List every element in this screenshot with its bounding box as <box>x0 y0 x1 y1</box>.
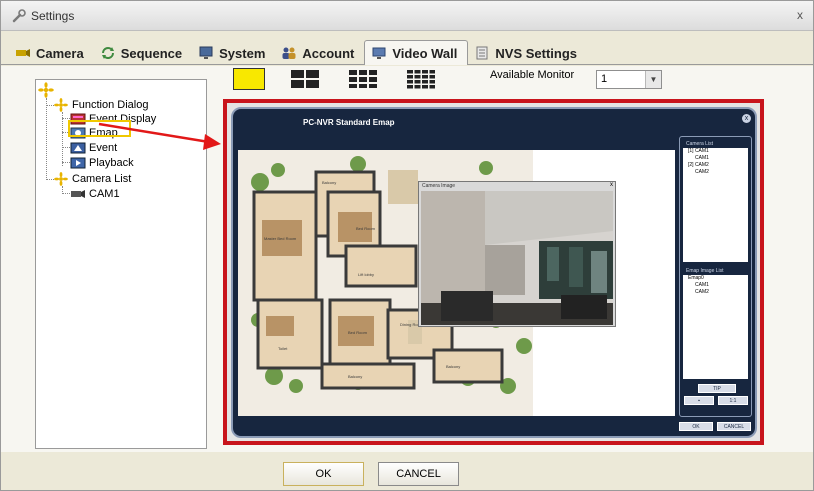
tab-label: Video Wall <box>392 45 458 61</box>
camera-list-box[interactable]: Camera List [1] CAM1 CAM1 [2] CAM2 CAM2 <box>683 140 748 262</box>
camera-image-popup[interactable]: Camera Image x <box>418 181 616 327</box>
tab-bar: Camera Sequence System Account Video Wal… <box>1 40 813 65</box>
svg-text:Toilet: Toilet <box>278 346 288 351</box>
ratio-button[interactable]: 1:1 <box>718 396 748 405</box>
tab-label: NVS Settings <box>495 45 578 61</box>
chevron-down-icon[interactable]: ▼ <box>645 71 661 88</box>
close-icon[interactable]: x <box>610 182 613 188</box>
tab-label: System <box>219 45 266 61</box>
tab-label: Camera <box>36 45 84 61</box>
tab-camera[interactable]: Camera <box>9 42 94 64</box>
svg-text:Bed Room: Bed Room <box>348 330 368 335</box>
list-item[interactable]: CAM1 <box>683 155 748 162</box>
ok-button[interactable]: OK <box>283 462 364 486</box>
layout-1x1-button[interactable] <box>233 68 265 90</box>
tree-item-label: Function Dialog <box>72 98 149 111</box>
monitor-select-value: 1 <box>601 73 608 85</box>
document-icon <box>474 46 490 60</box>
tree-item-function-dialog[interactable]: Function Dialog <box>52 97 149 112</box>
sequence-icon <box>100 46 116 60</box>
svg-text:Balcony: Balcony <box>446 364 460 369</box>
list-item[interactable]: [1] CAM1 <box>683 148 748 155</box>
camera-list-header: Camera List <box>683 140 748 148</box>
svg-text:Lift lobby: Lift lobby <box>358 272 374 277</box>
list-item[interactable]: CAM1 <box>683 282 748 289</box>
emap-canvas[interactable]: Balcony Master Bed Room Bed Room Bed Room … <box>238 150 675 416</box>
wrench-icon <box>11 8 27 24</box>
monitor-icon <box>198 46 214 60</box>
video-wall-icon <box>371 46 387 60</box>
tab-sequence[interactable]: Sequence <box>94 42 192 64</box>
tree-item-cam1[interactable]: CAM1 <box>69 187 120 200</box>
camera-popup-title: Camera Image <box>422 183 456 189</box>
folder-icon <box>52 97 69 112</box>
fit-button[interactable]: ▪ <box>684 396 714 405</box>
users-icon <box>281 46 297 60</box>
tree-item-label: CAM1 <box>89 187 120 200</box>
folder-icon <box>52 171 69 186</box>
emap-list-header: Emap Image List <box>683 267 748 275</box>
list-item[interactable]: CAM2 <box>683 289 748 296</box>
settings-window: Settings x Camera Sequence System Accoun… <box>0 0 814 491</box>
emap-window: PC-NVR Standard Emap x Balcony Master Be… <box>231 107 757 438</box>
playback-icon <box>69 156 86 169</box>
layout-4x4-button[interactable] <box>405 68 437 90</box>
tree-item-label: Camera List <box>72 172 132 185</box>
emap-cancel-button[interactable]: CANCEL <box>717 422 751 431</box>
monitor-select[interactable]: 1 ▼ <box>596 70 662 89</box>
close-icon[interactable]: x <box>793 8 807 22</box>
tab-nvs-settings[interactable]: NVS Settings <box>468 42 587 64</box>
tab-label: Sequence <box>120 45 183 61</box>
list-item[interactable]: CAM2 <box>683 169 748 176</box>
svg-text:Balcony: Balcony <box>322 180 336 185</box>
layout-2x2-button[interactable] <box>289 68 321 90</box>
camera-video-feed <box>421 191 613 325</box>
close-icon[interactable]: x <box>742 114 751 123</box>
svg-text:Balcony: Balcony <box>348 374 362 379</box>
tab-system[interactable]: System <box>192 42 275 64</box>
tab-video-wall[interactable]: Video Wall <box>364 40 469 65</box>
tip-button[interactable]: TIP <box>698 384 736 393</box>
emap-side-panel: Camera List [1] CAM1 CAM1 [2] CAM2 CAM2 … <box>679 136 752 417</box>
svg-text:Bed Room: Bed Room <box>356 226 376 231</box>
tree-item-camera-list[interactable]: Camera List <box>52 171 132 186</box>
window-title: Settings <box>31 8 75 23</box>
event-icon <box>69 141 86 154</box>
available-monitor-label: Available Monitor <box>490 69 575 81</box>
red-arrow-annotation <box>98 122 221 150</box>
tab-account[interactable]: Account <box>275 42 364 64</box>
camera-icon <box>15 46 31 60</box>
cancel-button[interactable]: CANCEL <box>378 462 459 486</box>
camera-icon <box>69 187 86 200</box>
title-bar: Settings x <box>1 1 813 31</box>
list-item[interactable]: Emap0 <box>683 275 748 282</box>
emap-title: PC-NVR Standard Emap <box>303 118 395 127</box>
video-wall-preview: PC-NVR Standard Emap x Balcony Master Be… <box>223 99 764 445</box>
svg-text:Master Bed Room: Master Bed Room <box>264 236 297 241</box>
emap-list-box[interactable]: Emap Image List Emap0 CAM1 CAM2 <box>683 267 748 379</box>
tree-root-icon <box>38 82 54 98</box>
video-wall-panel: Function Dialog Event Display Emap Event… <box>1 66 813 452</box>
layout-3x3-button[interactable] <box>347 68 379 90</box>
emap-ok-button[interactable]: OK <box>679 422 713 431</box>
list-item[interactable]: [2] CAM2 <box>683 162 748 169</box>
tab-label: Account <box>302 45 355 61</box>
